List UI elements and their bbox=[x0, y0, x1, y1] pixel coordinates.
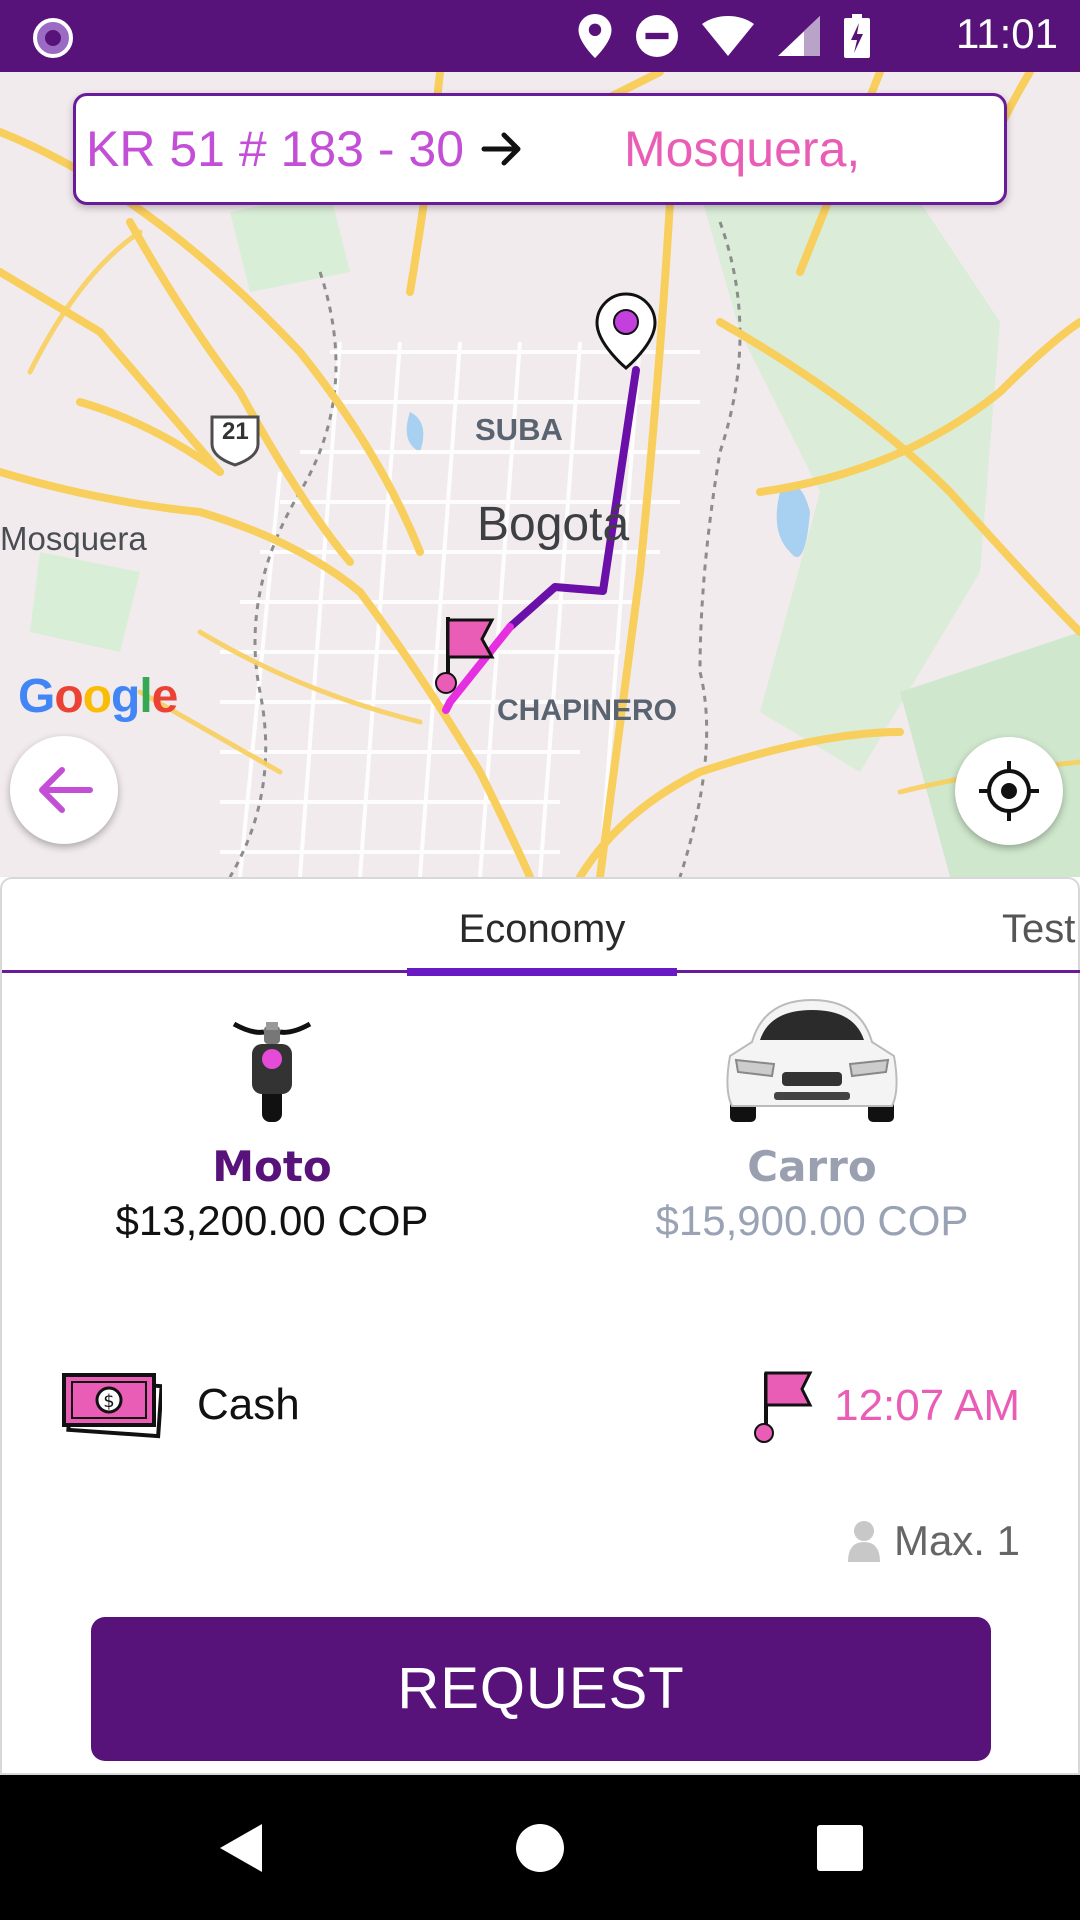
app-notification-icon bbox=[33, 18, 73, 58]
my-location-button[interactable] bbox=[955, 737, 1063, 845]
highway-number: 21 bbox=[222, 418, 249, 445]
map-label-chapinero: CHAPINERO bbox=[497, 694, 678, 727]
google-logo-letter: G bbox=[18, 670, 55, 723]
tab-test[interactable]: Test bbox=[1002, 879, 1075, 979]
capacity-text: Max. 1 bbox=[893, 1517, 1020, 1564]
ride-options-sheet: Economy Test Moto $13,200.00 COP Carro $… bbox=[0, 877, 1080, 1775]
nav-recents-button[interactable] bbox=[770, 1775, 910, 1920]
flag-icon bbox=[754, 1371, 813, 1443]
system-navigation-bar bbox=[0, 1775, 1080, 1920]
vehicle-name: Moto bbox=[212, 1142, 332, 1191]
circle-home-icon bbox=[516, 1823, 564, 1872]
google-logo-letter: o bbox=[54, 670, 83, 723]
payment-method[interactable]: $ Cash bbox=[62, 1369, 300, 1441]
passenger-capacity: Max. 1 bbox=[847, 1517, 1020, 1565]
status-bar: 11:01 bbox=[0, 0, 1080, 72]
vehicle-price: $13,200.00 COP bbox=[115, 1197, 429, 1244]
google-logo-letter: g bbox=[111, 670, 140, 723]
vehicle-option-moto[interactable]: Moto $13,200.00 COP bbox=[2, 994, 542, 1245]
do-not-disturb-icon bbox=[636, 15, 678, 57]
crosshair-icon bbox=[979, 761, 1039, 821]
vehicle-price: $15,900.00 COP bbox=[655, 1197, 969, 1244]
status-icons bbox=[578, 14, 870, 58]
signal-icon bbox=[778, 16, 820, 56]
map-label-mosquera: Mosquera bbox=[0, 520, 147, 557]
motorcycle-icon bbox=[232, 1021, 312, 1122]
cash-icon: $ bbox=[62, 1373, 162, 1439]
square-recents-icon bbox=[817, 1824, 863, 1871]
battery-charging-icon bbox=[844, 14, 870, 58]
vehicle-name: Carro bbox=[747, 1142, 877, 1191]
map-label-bogota: Bogotá bbox=[477, 498, 630, 551]
estimated-arrival: 12:07 AM bbox=[752, 1367, 1020, 1445]
route-address-bar[interactable]: KR 51 # 183 - 30 Mosquera, bbox=[73, 93, 1007, 205]
location-icon bbox=[578, 14, 612, 58]
triangle-back-icon bbox=[220, 1823, 262, 1872]
map-label-suba: SUBA bbox=[475, 412, 563, 447]
wifi-icon bbox=[702, 16, 754, 56]
google-logo-letter: e bbox=[151, 670, 179, 723]
category-tabs: Economy Test bbox=[2, 879, 1080, 976]
google-logo: Google bbox=[18, 669, 179, 724]
nav-back-button[interactable] bbox=[170, 1775, 310, 1920]
person-icon bbox=[847, 1521, 880, 1562]
request-button[interactable]: REQUEST bbox=[91, 1617, 991, 1761]
vehicle-option-carro[interactable]: Carro $15,900.00 COP bbox=[542, 994, 1080, 1245]
arrow-left-icon bbox=[39, 767, 93, 813]
status-time: 11:01 bbox=[956, 10, 1058, 57]
svg-text:$: $ bbox=[103, 1391, 114, 1412]
back-button[interactable] bbox=[10, 736, 118, 844]
arrival-time: 12:07 AM bbox=[834, 1381, 1020, 1430]
payment-label: Cash bbox=[197, 1380, 300, 1429]
google-logo-letter: o bbox=[82, 670, 112, 723]
arrow-right-icon bbox=[481, 132, 521, 166]
google-logo-letter: l bbox=[139, 670, 152, 723]
nav-home-button[interactable] bbox=[470, 1775, 610, 1920]
destination-address[interactable]: Mosquera, bbox=[624, 120, 860, 178]
origin-address[interactable]: KR 51 # 183 - 30 bbox=[86, 120, 464, 178]
car-icon bbox=[726, 998, 898, 1122]
tab-economy[interactable]: Economy bbox=[407, 879, 677, 976]
